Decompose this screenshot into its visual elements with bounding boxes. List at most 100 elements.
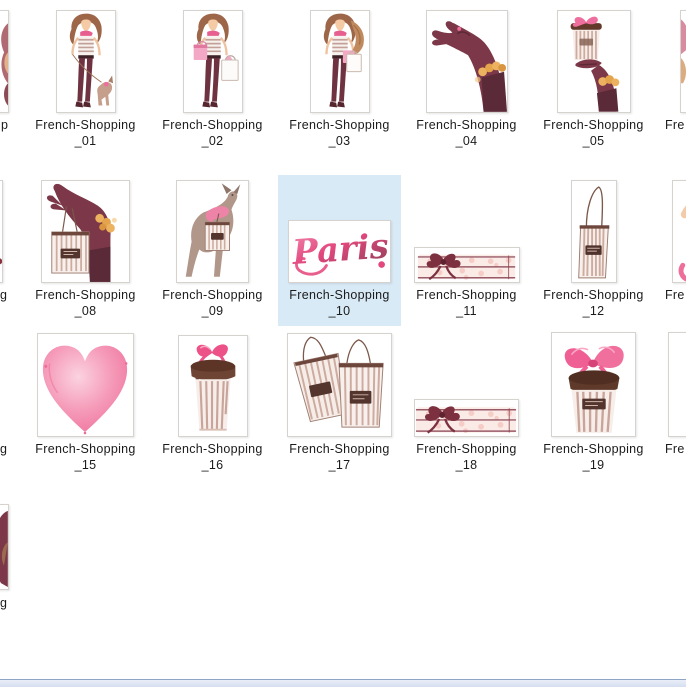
partial-file-name[interactable]: g (0, 596, 7, 612)
file-name-line1: French-Shopping (151, 442, 274, 458)
thumbnail-area (405, 175, 528, 283)
file-name-line2: _03 (278, 134, 401, 150)
partial-file-thumbnail[interactable] (0, 504, 9, 590)
thumbnail-area (151, 5, 274, 113)
thumbnail-area (24, 5, 147, 113)
file-name[interactable]: French-Shopping _16 (151, 442, 274, 473)
file-thumbnail[interactable] (56, 10, 116, 113)
file-name[interactable]: French-Shopping _15 (24, 442, 147, 473)
file-thumbnail[interactable] (414, 399, 519, 437)
file-name[interactable]: French-Shopping _19 (532, 442, 655, 473)
file-thumbnail[interactable] (426, 10, 508, 113)
file-thumbnail[interactable] (557, 10, 631, 113)
file-item[interactable]: French-Shopping _02 (151, 5, 274, 156)
file-thumbnail[interactable] (183, 10, 243, 113)
file-thumbnail[interactable] (310, 10, 370, 113)
partial-file-thumbnail[interactable] (0, 10, 9, 113)
file-item[interactable]: French-Shopping _09 (151, 175, 274, 326)
file-name[interactable]: French-Shopping _02 (151, 118, 274, 149)
partial-file-name[interactable]: p (1, 118, 8, 134)
thumbnail-area (151, 329, 274, 437)
file-item[interactable]: French-Shopping _11 (405, 175, 528, 326)
file-name[interactable]: French-Shopping _11 (405, 288, 528, 319)
file-thumbnail[interactable] (571, 180, 617, 283)
partial-file-name[interactable]: Fre (665, 288, 685, 304)
thumbnail-area (532, 175, 655, 283)
file-thumbnail[interactable] (178, 335, 248, 437)
file-item[interactable]: French-Shopping _16 (151, 329, 274, 480)
watercolor-heart-illustration (38, 334, 133, 436)
file-name[interactable]: French-Shopping _01 (24, 118, 147, 149)
thumbnail-area (24, 175, 147, 283)
file-thumbnail[interactable] (176, 180, 249, 283)
hatbox-with-bow-illustration (552, 333, 635, 436)
file-name-line2: _08 (24, 304, 147, 320)
striped-hatbox-illustration (179, 336, 247, 436)
file-name-line2: _10 (278, 304, 401, 320)
file-thumbnail[interactable] (551, 332, 636, 437)
file-name-line1: French-Shopping (532, 442, 655, 458)
thumbnail-area: Paris (278, 175, 401, 283)
file-item[interactable]: French-Shopping _08 (24, 175, 147, 326)
file-name-line2: _18 (405, 458, 528, 474)
file-thumbnail[interactable] (414, 247, 520, 283)
file-name[interactable]: French-Shopping _03 (278, 118, 401, 149)
file-list: French-Shopping _01 French-Shopping _02 … (0, 0, 686, 686)
file-name-line1: French-Shopping (405, 288, 528, 304)
paris-lettering-illustration: Paris (289, 221, 390, 282)
partial-file-name[interactable]: Fre (665, 118, 685, 134)
file-thumbnail[interactable] (37, 333, 134, 437)
dog-with-shopping-bag-illustration (177, 181, 248, 282)
partial-file-thumbnail[interactable] (0, 180, 3, 283)
thumbnail-area (532, 5, 655, 113)
file-item[interactable]: French-Shopping _18 (405, 329, 528, 480)
file-thumbnail[interactable] (287, 333, 392, 437)
thumbnail-area (151, 175, 274, 283)
file-item[interactable]: French-Shopping _03 (278, 5, 401, 156)
file-item[interactable]: French-Shopping _12 (532, 175, 655, 326)
file-item[interactable]: French-Shopping _19 (532, 329, 655, 480)
file-item[interactable]: French-Shopping _01 (24, 5, 147, 156)
file-name-line1: French-Shopping (24, 288, 147, 304)
file-name[interactable]: French-Shopping _10 (278, 288, 401, 319)
file-item[interactable]: French-Shopping _04 (405, 5, 528, 156)
file-thumbnail[interactable]: Paris (288, 220, 391, 283)
file-name[interactable]: French-Shopping _08 (24, 288, 147, 319)
partial-file-thumbnail[interactable] (672, 180, 686, 283)
gloved-hand-gift-box-illustration (558, 11, 630, 112)
file-item[interactable]: French-Shopping _15 (24, 329, 147, 480)
file-name-line2: _05 (532, 134, 655, 150)
partial-file-thumbnail[interactable] (680, 10, 686, 113)
file-name-line1: French-Shopping (405, 118, 528, 134)
file-name[interactable]: French-Shopping _05 (532, 118, 655, 149)
file-name[interactable]: French-Shopping _04 (405, 118, 528, 149)
file-name-line2: _16 (151, 458, 274, 474)
file-item[interactable]: French-Shopping _17 (278, 329, 401, 480)
partial-file-name[interactable]: g (0, 442, 7, 458)
file-name[interactable]: French-Shopping _12 (532, 288, 655, 319)
thumbnail-area (405, 329, 528, 437)
file-name-line2: _04 (405, 134, 528, 150)
file-item-selected[interactable]: Paris French-Shopping _10 (278, 175, 401, 326)
file-name[interactable]: French-Shopping _18 (405, 442, 528, 473)
gloved-hand-illustration (427, 11, 507, 112)
girl-with-shopping-bags-illustration (184, 11, 242, 112)
file-name-line2: _12 (532, 304, 655, 320)
two-shopping-bags-illustration (288, 334, 391, 436)
thumbnail-area (24, 329, 147, 437)
file-name-line1: French-Shopping (24, 118, 147, 134)
file-item[interactable]: French-Shopping _05 (532, 5, 655, 156)
partial-file-thumbnail[interactable] (668, 332, 686, 437)
file-name-line1: French-Shopping (278, 118, 401, 134)
partial-file-name[interactable]: g (0, 288, 7, 304)
file-name[interactable]: French-Shopping _09 (151, 288, 274, 319)
file-thumbnail[interactable] (41, 180, 130, 283)
svg-text:Paris: Paris (290, 225, 390, 272)
file-name-line1: French-Shopping (405, 442, 528, 458)
file-name-line1: French-Shopping (24, 442, 147, 458)
figure-edge-illustration (0, 11, 8, 112)
girl-with-dog-illustration (57, 11, 115, 112)
partial-file-name[interactable]: Fre (665, 442, 685, 458)
file-name[interactable]: French-Shopping _17 (278, 442, 401, 473)
thumbnail-area (405, 5, 528, 113)
